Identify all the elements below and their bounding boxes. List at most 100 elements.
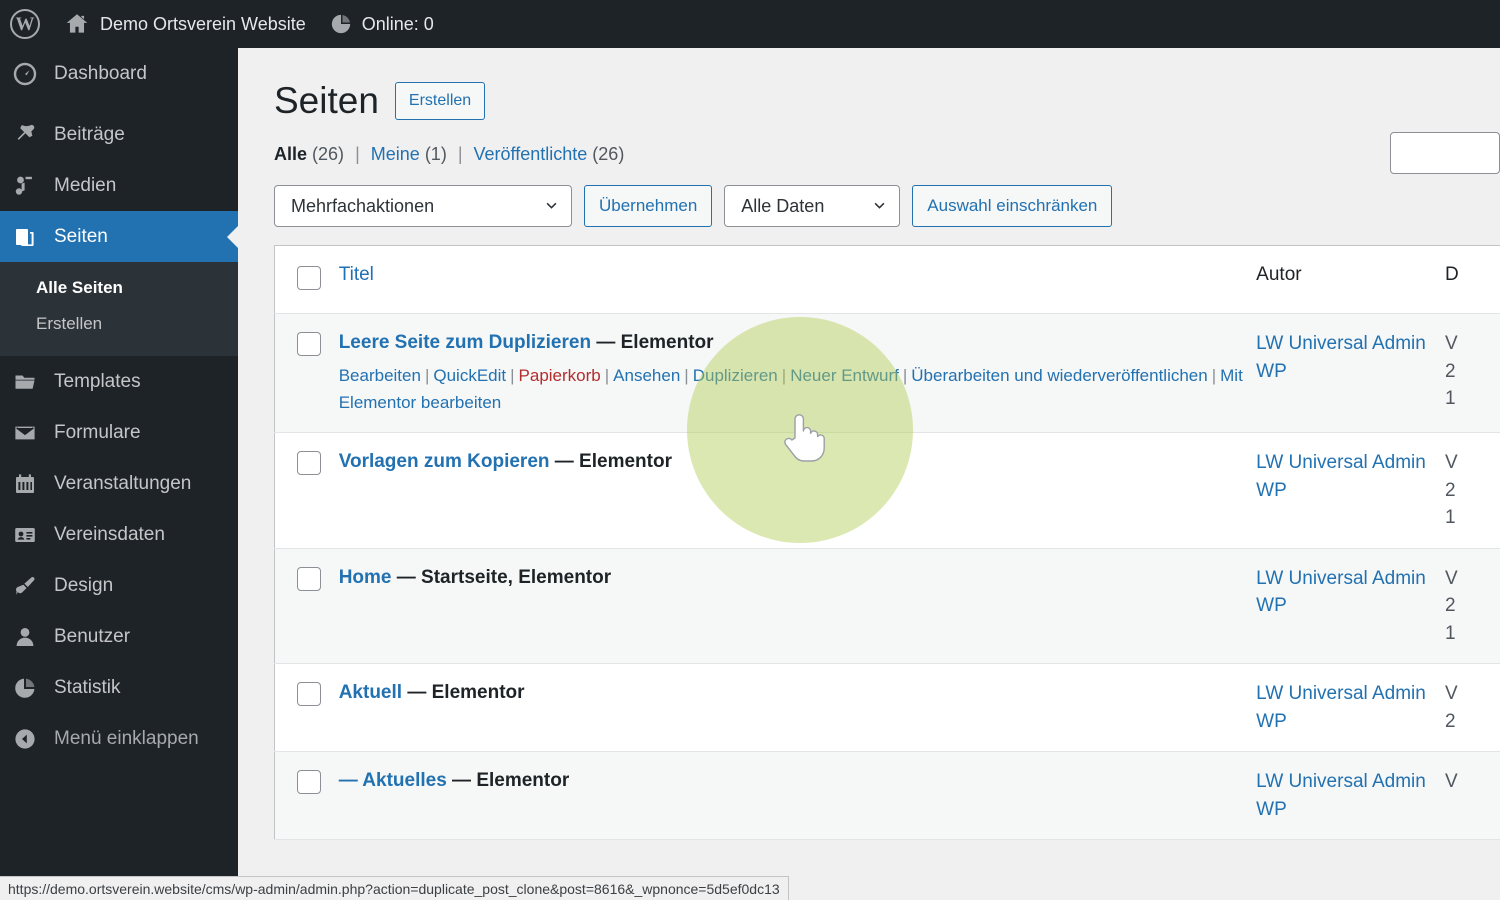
- pages-icon: [12, 224, 38, 250]
- table-navigation-top: Mehrfachaktionen Übernehmen Alle Daten A…: [238, 165, 1500, 227]
- sidebar-item-veranstaltungen[interactable]: Veranstaltungen: [0, 458, 238, 509]
- status-bar-url: https://demo.ortsverein.website/cms/wp-a…: [8, 880, 780, 897]
- pie-chart-icon: [12, 675, 38, 701]
- row-date: V21: [1445, 333, 1458, 410]
- row-date-cell: V2: [1445, 663, 1500, 753]
- row-date: V21: [1445, 567, 1458, 644]
- sidebar-subitem-alle-seiten[interactable]: Alle Seiten: [0, 270, 238, 306]
- sidebar-item-benutzer[interactable]: Benutzer: [0, 611, 238, 662]
- row-checkbox[interactable]: [297, 770, 321, 795]
- row-checkbox[interactable]: [297, 566, 321, 591]
- view-link-veroeffentlichte[interactable]: Veröffentlichte: [474, 144, 588, 164]
- sidebar-item-formulare[interactable]: Formulare: [0, 407, 238, 458]
- row-action-ueberarbeiten[interactable]: Überarbeiten und wiederveröffentlichen: [911, 366, 1207, 385]
- select-all-checkbox[interactable]: [297, 266, 321, 290]
- sidebar-item-dashboard[interactable]: Dashboard: [0, 48, 238, 99]
- date-filter-value: Alle Daten: [741, 195, 825, 216]
- filter-submit-button[interactable]: Auswahl einschränken: [912, 185, 1113, 227]
- row-author-cell: LW Universal Admin WP: [1256, 313, 1446, 434]
- row-title-link[interactable]: Aktuell: [339, 682, 402, 703]
- table-row: Leere Seite zum Duplizieren — Elementor …: [274, 313, 1500, 434]
- row-date-cell: V21: [1445, 313, 1500, 434]
- sidebar-subitem-label: Alle Seiten: [36, 278, 123, 297]
- sidebar-item-templates[interactable]: Templates: [0, 356, 238, 407]
- table-header-row: Titel Autor D: [274, 245, 1500, 314]
- row-title-suffix: — Startseite, Elementor: [391, 566, 612, 588]
- row-date: V21: [1445, 452, 1458, 529]
- table-row: Vorlagen zum Kopieren — Elementor LW Uni…: [274, 432, 1500, 549]
- row-title-link[interactable]: Home: [339, 567, 392, 588]
- view-link-alle[interactable]: Alle: [274, 144, 307, 164]
- row-checkbox[interactable]: [297, 682, 321, 707]
- row-title-suffix: — Elementor: [446, 770, 570, 792]
- chevron-down-icon: [546, 202, 557, 209]
- row-title-suffix: — Elementor: [402, 682, 525, 704]
- row-author-link[interactable]: LW Universal Admin WP: [1256, 568, 1426, 617]
- row-action-duplizieren[interactable]: Duplizieren: [693, 366, 778, 385]
- row-date-cell: V21: [1445, 548, 1500, 665]
- row-action-ansehen[interactable]: Ansehen: [613, 366, 680, 385]
- envelope-icon: [12, 420, 38, 446]
- date-filter-select[interactable]: Alle Daten: [724, 185, 901, 227]
- row-select-cell: [274, 313, 339, 434]
- view-separator: |: [355, 144, 360, 164]
- wordpress-logo-icon: W: [10, 9, 40, 39]
- search-input[interactable]: [1390, 132, 1500, 174]
- current-menu-arrow: [227, 224, 239, 249]
- status-bar: https://demo.ortsverein.website/cms/wp-a…: [0, 876, 789, 900]
- calendar-icon: [12, 471, 38, 497]
- table-row: — Aktuelles — Elementor LW Universal Adm…: [274, 751, 1500, 841]
- online-stats-menu[interactable]: Online: 0: [318, 0, 446, 48]
- sidebar-submenu-seiten: Alle Seiten Erstellen: [0, 262, 238, 356]
- create-page-button[interactable]: Erstellen: [394, 82, 486, 120]
- row-title: Aktuell — Elementor: [339, 680, 1256, 706]
- column-header-author-label: Autor: [1256, 264, 1302, 285]
- row-title-cell: Home — Startseite, Elementor: [338, 548, 1257, 665]
- row-title-cell: Aktuell — Elementor: [338, 663, 1257, 753]
- column-header-author[interactable]: Autor: [1256, 245, 1446, 314]
- row-title-link[interactable]: Vorlagen zum Kopieren: [339, 451, 550, 472]
- sidebar-item-vereinsdaten[interactable]: Vereinsdaten: [0, 509, 238, 560]
- column-header-title-label: Titel: [338, 264, 374, 285]
- sidebar-item-statistik[interactable]: Statistik: [0, 662, 238, 713]
- row-author-link[interactable]: LW Universal Admin WP: [1256, 452, 1426, 501]
- sidebar-subitem-label: Erstellen: [36, 314, 103, 333]
- row-author-link[interactable]: LW Universal Admin WP: [1256, 333, 1426, 382]
- sidebar-item-label: Templates: [54, 370, 141, 392]
- row-title-link[interactable]: Leere Seite zum Duplizieren: [339, 332, 591, 353]
- sidebar-item-label: Statistik: [54, 676, 121, 698]
- column-header-date[interactable]: D: [1445, 245, 1500, 314]
- row-action-bearbeiten[interactable]: Bearbeiten: [339, 366, 421, 385]
- row-title-cell: Vorlagen zum Kopieren — Elementor: [338, 432, 1257, 549]
- apply-bulk-action-button[interactable]: Übernehmen: [584, 185, 713, 227]
- row-author-cell: LW Universal Admin WP: [1256, 432, 1446, 549]
- row-action-quickedit[interactable]: QuickEdit: [433, 366, 506, 385]
- row-author-link[interactable]: LW Universal Admin WP: [1256, 683, 1426, 732]
- row-author-cell: LW Universal Admin WP: [1256, 663, 1446, 753]
- pin-icon: [12, 122, 38, 148]
- sidebar-item-collapse-menu[interactable]: Menü einklappen: [0, 713, 238, 764]
- row-date-cell: V21: [1445, 432, 1500, 549]
- row-author-cell: LW Universal Admin WP: [1256, 548, 1446, 665]
- sidebar-subitem-erstellen[interactable]: Erstellen: [0, 306, 238, 342]
- row-action-neuer-entwurf[interactable]: Neuer Entwurf: [790, 366, 899, 385]
- wp-logo-menu[interactable]: W: [0, 0, 52, 48]
- select-all-header: [274, 245, 339, 314]
- sidebar-item-medien[interactable]: Medien: [0, 160, 238, 211]
- column-header-title[interactable]: Titel: [338, 245, 1257, 314]
- sidebar-item-seiten[interactable]: Seiten: [0, 211, 239, 262]
- folder-icon: [12, 369, 38, 395]
- bulk-actions-select[interactable]: Mehrfachaktionen: [274, 185, 572, 227]
- row-title: — Aktuelles — Elementor: [339, 768, 1256, 794]
- row-title-link[interactable]: — Aktuelles: [339, 770, 447, 791]
- row-checkbox[interactable]: [297, 332, 321, 356]
- sidebar-item-beitraege[interactable]: Beiträge: [0, 109, 238, 160]
- view-link-meine[interactable]: Meine: [371, 144, 420, 164]
- site-name-menu[interactable]: Demo Ortsverein Website: [52, 0, 318, 48]
- sidebar-item-design[interactable]: Design: [0, 560, 238, 611]
- user-icon: [12, 624, 38, 650]
- row-checkbox[interactable]: [297, 451, 321, 476]
- row-action-papierkorb[interactable]: Papierkorb: [519, 366, 601, 385]
- row-author-link[interactable]: LW Universal Admin WP: [1256, 771, 1426, 820]
- row-title-suffix: — Elementor: [549, 451, 672, 473]
